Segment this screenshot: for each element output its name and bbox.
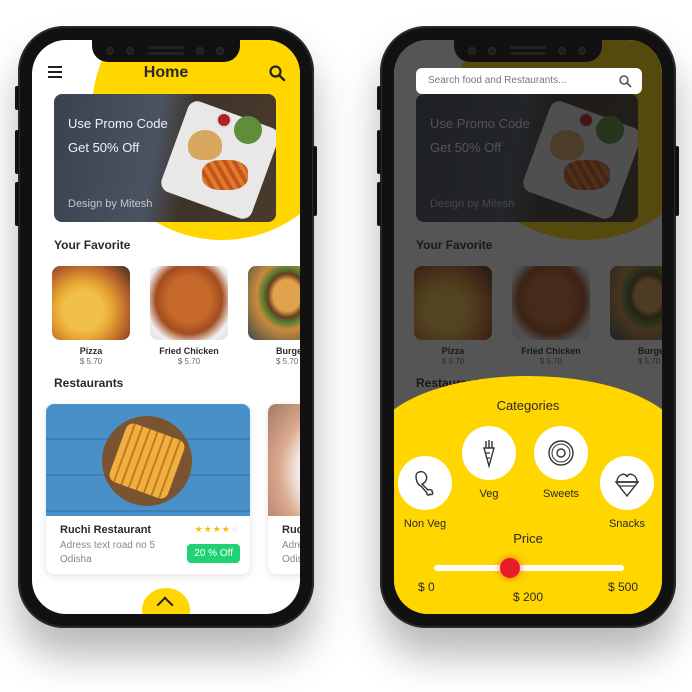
phone-home: Home Use Promo Code Get 50% Off Design b… — [15, 26, 317, 628]
sensor-dot — [488, 47, 496, 55]
favorites-heading: Your Favorite — [54, 238, 131, 252]
star-filled-icon: ★ — [194, 524, 204, 534]
restaurant-address: Adress text road no 5 — [282, 540, 300, 551]
price-current-label: $ 200 — [512, 590, 544, 604]
category-sweets[interactable]: Sweets — [534, 426, 588, 500]
favorites-list: Pizza $ 5.70 Fried Chicken $ 5.70 Burger… — [52, 266, 300, 376]
phone-filter: Use Promo Code Get 50% Off Design by Mit… — [377, 26, 679, 628]
mute-switch — [377, 86, 381, 110]
category-non-veg[interactable]: Non Veg — [398, 456, 452, 530]
categories-heading: Categories — [496, 398, 560, 413]
price-slider[interactable] — [434, 558, 624, 578]
restaurant-image — [268, 404, 300, 516]
favorite-item[interactable]: Fried Chicken $ 5.70 — [150, 266, 228, 366]
search-placeholder: Search food and Restaurants... — [428, 75, 567, 86]
food-image — [234, 116, 262, 144]
restaurant-city: Odisha — [60, 554, 92, 565]
food-image — [188, 130, 222, 160]
category-label: Snacks — [608, 518, 646, 530]
restaurant-card[interactable]: Ruchi Restaurant Adress text road no 5 O… — [268, 404, 300, 574]
favorite-item[interactable]: Burger $ 5.70 — [248, 266, 300, 366]
star-filled-icon: ★ — [212, 524, 222, 534]
speaker-grille — [148, 46, 184, 49]
search-icon[interactable] — [268, 64, 286, 82]
ice-cream-icon — [614, 473, 640, 498]
star-filled-icon: ★ — [221, 524, 231, 534]
volume-down-button — [377, 182, 381, 226]
notch — [454, 40, 602, 62]
promo-banner[interactable]: Use Promo Code Get 50% Off Design by Mit… — [54, 94, 276, 222]
camera-dot — [196, 47, 204, 55]
category-snacks[interactable]: Snacks — [600, 456, 654, 530]
star-empty-icon: ☆ — [230, 524, 240, 534]
category-label: Veg — [479, 488, 499, 500]
promo-headline: Use Promo Code — [68, 116, 168, 131]
search-icon[interactable] — [618, 74, 632, 88]
favorite-name: Pizza — [79, 346, 103, 356]
home-screen: Home Use Promo Code Get 50% Off Design b… — [32, 40, 300, 614]
volume-up-button — [15, 130, 19, 174]
volume-up-button — [377, 130, 381, 174]
speaker-grille — [510, 52, 546, 55]
restaurant-address: Adress text road no 5 — [60, 540, 156, 551]
camera-dot — [558, 47, 566, 55]
pizza-image — [52, 266, 130, 340]
discount-badge: 20 % Off — [187, 544, 240, 563]
promo-credit: Design by Mitesh — [68, 198, 153, 210]
notch — [92, 40, 240, 62]
price-slider-thumb[interactable] — [500, 558, 520, 578]
favorite-price: $ 5.70 — [276, 357, 299, 366]
category-veg[interactable]: Veg — [462, 426, 516, 500]
chevron-up-icon — [156, 596, 174, 614]
power-button — [313, 146, 317, 216]
promo-offer: Get 50% Off — [68, 140, 140, 155]
restaurant-name: Ruchi Restaurant — [282, 524, 300, 536]
sensor-dot — [468, 47, 476, 55]
page-title: Home — [143, 64, 189, 81]
restaurant-image — [46, 404, 250, 516]
burger-image — [248, 266, 300, 340]
volume-down-button — [15, 182, 19, 226]
favorite-name: Fried Chicken — [159, 346, 219, 356]
chicken-leg-icon — [415, 471, 434, 496]
food-image — [216, 112, 232, 128]
favorite-item[interactable]: Pizza $ 5.70 — [52, 266, 130, 366]
carrot-icon — [483, 440, 495, 468]
mute-switch — [15, 86, 19, 110]
star-rating: ★★★★☆ — [195, 524, 240, 535]
expand-sheet-button[interactable] — [142, 588, 190, 614]
search-input[interactable]: Search food and Restaurants... — [416, 68, 642, 94]
camera-dot — [578, 47, 586, 55]
favorite-price: $ 5.70 — [177, 357, 201, 366]
speaker-grille — [510, 46, 546, 49]
filter-sheet: Categories Non Veg Veg Sweets Snacks Pri… — [394, 376, 662, 614]
camera-dot — [216, 47, 224, 55]
category-label: Sweets — [542, 488, 580, 500]
favorite-name: Burger — [276, 346, 300, 356]
donut-icon — [548, 440, 574, 466]
restaurant-name: Ruchi Restaurant — [60, 524, 152, 536]
restaurant-city: Odisha — [282, 554, 300, 565]
restaurants-heading: Restaurants — [54, 376, 124, 390]
sensor-dot — [106, 47, 114, 55]
speaker-grille — [148, 52, 184, 55]
price-heading: Price — [513, 531, 543, 546]
filter-screen: Use Promo Code Get 50% Off Design by Mit… — [394, 40, 662, 614]
power-button — [675, 146, 679, 216]
food-image — [202, 160, 248, 190]
sensor-dot — [126, 47, 134, 55]
restaurant-card[interactable]: Ruchi Restaurant Adress text road no 5 O… — [46, 404, 250, 574]
fried-chicken-image — [150, 266, 228, 340]
star-filled-icon: ★ — [203, 524, 213, 534]
category-label: Non Veg — [403, 518, 447, 530]
favorite-price: $ 5.70 — [79, 357, 103, 366]
